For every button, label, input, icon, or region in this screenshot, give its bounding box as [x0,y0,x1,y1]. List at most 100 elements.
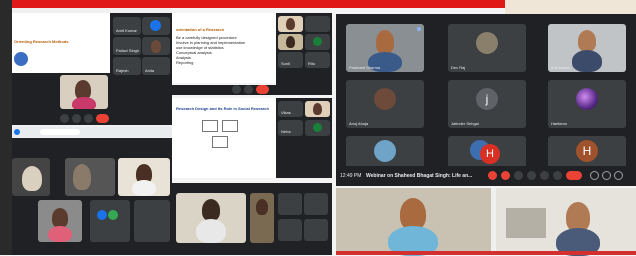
participant-tile [65,158,115,196]
present-button[interactable] [84,114,93,123]
participant-avatar [97,210,107,220]
speaker-clothes [72,97,96,109]
participant-avatar: H [576,140,598,162]
mic-off-button[interactable] [488,171,497,180]
participant-tile [250,193,274,243]
participant-photo [578,30,596,52]
leave-call-button[interactable] [256,85,269,94]
participant-tile [142,17,170,35]
participant-avatar [576,88,598,110]
left-control-bar [10,113,172,125]
participant-tile [305,34,330,50]
participant-name: Prashant Sharma [349,65,381,70]
address-bar[interactable] [40,129,80,135]
participant-name: Anuj Ahuja [349,121,369,126]
left-slide-logo [14,52,28,66]
participant-tile: Harikiran [548,80,626,128]
participant-tile [38,200,82,242]
participant-name: Harikiran [551,121,568,126]
chat-icon[interactable] [614,171,623,180]
participant-tile [134,200,170,242]
participant-avatar [313,123,322,132]
diagram-box [202,120,218,132]
participant-name: Anita [145,68,155,73]
browser-icon[interactable] [14,129,20,135]
participant-tile [142,37,170,55]
participant-photo [22,166,42,191]
participant-name: Ritu [308,61,316,66]
participant-name: Neha [281,129,291,134]
participant-tile [278,219,302,241]
diagram-box [212,136,228,148]
left-video-strip [10,73,110,113]
raise-hand-button[interactable] [527,171,536,180]
camera-off-button[interactable] [501,171,510,180]
participant-tile: Dev Raj [448,24,526,72]
captions-button[interactable] [514,171,523,180]
more-options-button[interactable] [553,171,562,180]
participant-avatar: j [476,88,498,110]
participant-tile: Ritu [305,52,330,68]
top-red-stripe [10,0,505,8]
middle-slide-title: orientation of a Research [176,27,225,32]
participant-tile: j Jatinder Sehgal [448,80,526,128]
participant-avatar [150,20,161,31]
participant-name: Pallavi Singh [116,48,140,53]
speaker-photo [202,199,220,221]
participant-photo [286,36,295,48]
participant-avatar [313,37,322,46]
participant-photo [376,30,394,54]
mic-indicator-icon [417,27,421,31]
participant-name: Vikas [281,110,291,115]
participant-clothes [48,226,72,242]
participant-name: Amit Kumar [116,28,137,33]
participant-tile: Sunil [278,52,303,68]
middle-participant-column-2: Vikas Neha [276,98,332,178]
bottom-right-videos [336,188,636,256]
left-bottom-grid [10,138,172,255]
participant-tile: Anuj Ahuja [346,80,424,128]
leave-call-button[interactable] [96,114,109,123]
participant-name: Sunil [281,61,290,66]
participant-photo [151,40,161,53]
speaker-video-2 [496,188,636,256]
participant-avatar [476,32,498,54]
speaker-clothes [196,219,226,243]
participant-avatar [374,140,396,162]
participant-photo [73,164,91,190]
camera-button[interactable] [72,114,81,123]
middle-slide-2-title: Research Design and Its Role in Social R… [176,106,269,111]
leave-call-button[interactable] [566,171,582,180]
participant-tile [305,16,330,32]
participant-avatar [374,88,396,110]
present-button[interactable] [540,171,549,180]
participant-tile [305,101,330,117]
people-icon[interactable] [602,171,611,180]
mic-button[interactable] [60,114,69,123]
browser-bar [10,127,172,137]
participant-tile [12,158,50,196]
meeting-title: Webinar on Shaheed Bhagat Singh: Life an… [366,173,473,179]
middle-participant-column: Sunil Ritu [276,13,332,85]
participant-avatar: H [480,144,500,164]
participant-tile [278,34,303,50]
participant-tile [118,158,170,196]
mic-button[interactable] [232,85,241,94]
left-meeting-screenshot: Orienting Research Methods Amit Kumar Pa… [10,8,172,255]
meeting-time: 12:49 PM [340,173,362,179]
participant-tile [278,16,303,32]
middle-slide-2: Research Design and Its Role in Social R… [172,98,276,178]
camera-button[interactable] [244,85,253,94]
participant-photo [52,208,68,228]
participant-tile [278,193,302,215]
participant-tile: Pallavi Singh [113,37,141,55]
participant-tile [304,219,328,241]
info-icon[interactable] [590,171,599,180]
participant-name: Dev Raj [451,65,466,70]
bottom-red-stripe [336,251,636,255]
participant-clothes [572,50,602,72]
left-slide-title: Orienting Research Methods [14,39,69,44]
participant-name: Rajesh [116,68,129,73]
speaker-video [60,75,108,109]
diagram-box [222,120,238,132]
